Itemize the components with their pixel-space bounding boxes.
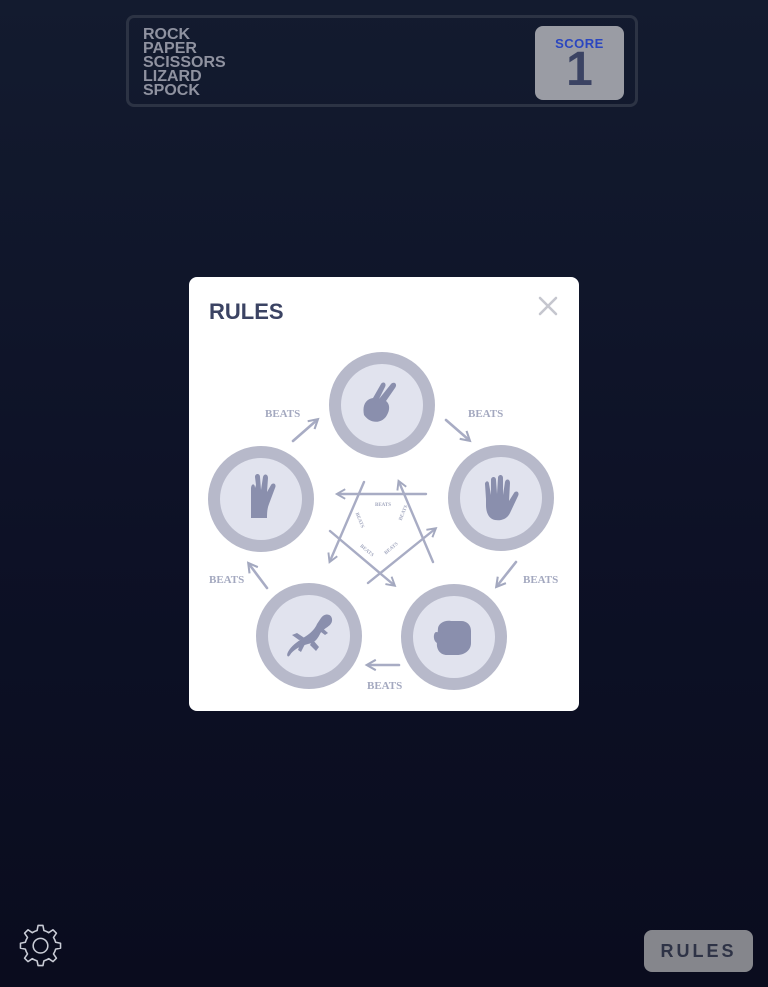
beats-label: BEATS — [523, 574, 558, 586]
rules-diagram: BEATS BEATS BEATS BEATS BEATS BEATS BEAT… — [208, 352, 558, 692]
token-scissors[interactable] — [329, 352, 435, 458]
title-line-spock: SPOCK — [143, 82, 200, 99]
arrow-spock-to-scissors — [291, 417, 320, 443]
arrow-lizard-to-spock — [246, 561, 269, 590]
beats-label: BEATS — [209, 574, 244, 586]
beats-label: BEATS — [375, 503, 391, 508]
beats-label: BEATS — [399, 505, 410, 522]
arrow-lizard-to-paper — [366, 527, 438, 585]
token-paper[interactable] — [448, 445, 554, 551]
game-header: ROCK PAPER SCISSORS LIZARD SPOCK SCORE 1 — [126, 15, 638, 107]
beats-label: BEATS — [265, 408, 300, 420]
score-value: 1 — [566, 43, 593, 96]
rules-modal: RULES BEATS BEATS BEATS BEATS BEATS BEAT… — [189, 277, 579, 711]
game-title: ROCK PAPER SCISSORS LIZARD SPOCK — [143, 27, 226, 99]
score-box: SCORE 1 — [535, 26, 624, 100]
token-lizard[interactable] — [256, 583, 362, 689]
token-rock[interactable] — [401, 584, 507, 690]
inner-star-arrows — [327, 479, 438, 588]
rules-button[interactable]: RULES — [644, 930, 753, 972]
rock-fist-icon — [433, 620, 471, 655]
arrow-scissors-to-paper — [444, 418, 472, 443]
beats-label: BEATS — [384, 542, 400, 556]
beats-label: BEATS — [354, 512, 365, 529]
beats-label: BEATS — [468, 408, 503, 420]
arrow-paper-to-spock — [328, 529, 397, 588]
gear-icon[interactable] — [19, 924, 62, 967]
beats-label: BEATS — [367, 680, 402, 692]
token-spock[interactable] — [208, 446, 314, 552]
arrow-paper-to-rock — [494, 560, 518, 589]
